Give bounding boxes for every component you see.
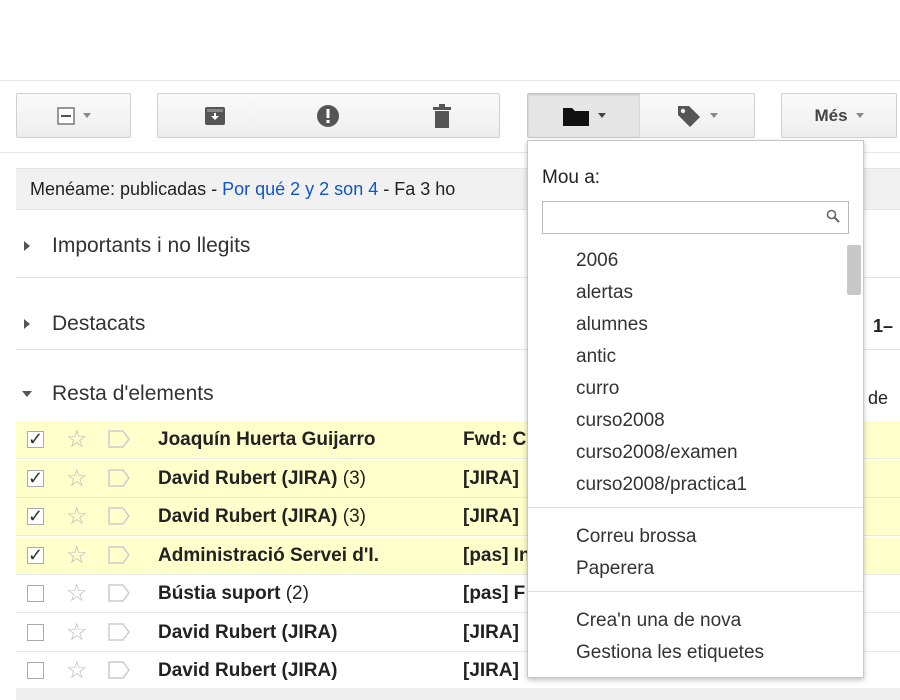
collapse-arrow-icon: [22, 391, 32, 397]
star-icon[interactable]: ☆: [66, 619, 88, 647]
row-subject: [JIRA]: [463, 660, 519, 681]
star-icon[interactable]: ☆: [66, 542, 88, 570]
star-icon[interactable]: ☆: [66, 580, 88, 608]
importance-marker-icon[interactable]: [108, 545, 130, 564]
menu-item-label[interactable]: curso2008: [576, 409, 665, 433]
row-checkbox[interactable]: [27, 623, 44, 641]
star-icon[interactable]: ☆: [66, 465, 88, 493]
section-title: Importants i no llegits: [52, 234, 251, 257]
web-clip-link[interactable]: Por qué 2 y 2 son 4: [222, 179, 378, 199]
page-range: 1–: [873, 316, 894, 336]
importance-marker-icon[interactable]: [108, 622, 130, 641]
row-subject: [JIRA]: [463, 467, 519, 489]
labels-button[interactable]: [640, 93, 755, 138]
importance-marker-icon[interactable]: [108, 584, 130, 602]
row-checkbox[interactable]: ✓: [27, 546, 44, 564]
archive-icon: [204, 106, 225, 125]
web-clip-time: - Fa 3 ho: [378, 179, 456, 199]
thread-count: (3): [337, 467, 366, 489]
label-search-field[interactable]: [542, 201, 849, 234]
chevron-down-icon: [855, 113, 864, 118]
expand-arrow-icon: [24, 241, 30, 251]
row-subject: [JIRA]: [463, 506, 519, 527]
star-icon[interactable]: ☆: [66, 503, 88, 531]
menu-item-label[interactable]: alumnes: [576, 313, 648, 337]
menu-item-action[interactable]: Gestiona les etiquetes: [576, 641, 764, 665]
row-checkbox[interactable]: [27, 585, 44, 602]
star-icon[interactable]: ☆: [66, 657, 88, 685]
select-checkbox-icon: [56, 106, 75, 125]
menu-item-label[interactable]: curso2008/practica1: [576, 473, 747, 497]
menu-item-system[interactable]: Paperera: [576, 557, 654, 581]
next-row-partial: [16, 688, 900, 700]
menu-scrollbar[interactable]: [847, 245, 861, 295]
row-sender: David Rubert (JIRA) (3): [158, 506, 366, 527]
chevron-down-icon: [82, 113, 91, 118]
report-spam-icon: [317, 104, 339, 127]
report-spam-button[interactable]: [271, 93, 386, 138]
row-checkbox[interactable]: ✓: [27, 507, 44, 525]
archive-button[interactable]: [157, 93, 272, 138]
menu-item-label[interactable]: alertas: [576, 281, 633, 305]
toolbar: Més: [0, 93, 900, 141]
more-button-label: Més: [814, 105, 848, 125]
importance-marker-icon[interactable]: [108, 661, 130, 679]
row-sender: David Rubert (JIRA): [158, 621, 338, 643]
more-button[interactable]: Més: [781, 93, 897, 138]
importance-marker-icon[interactable]: [108, 430, 130, 448]
row-checkbox[interactable]: ✓: [27, 469, 44, 487]
select-button[interactable]: [16, 93, 131, 138]
move-to-button[interactable]: [527, 93, 641, 138]
row-sender: David Rubert (JIRA) (3): [158, 467, 366, 489]
web-clip-source: Menéame: publicadas -: [30, 179, 223, 199]
row-subject: [pas] In: [463, 544, 531, 566]
menu-divider: [528, 507, 863, 508]
move-to-menu: Mou a: 2006 alertas alumnes antic curro curso…: [527, 140, 864, 678]
row-checkbox[interactable]: ✓: [27, 430, 44, 448]
chevron-down-icon: [598, 113, 606, 118]
menu-item-action[interactable]: Crea'n una de nova: [576, 609, 741, 633]
menu-item-label[interactable]: curro: [576, 377, 619, 401]
importance-marker-icon[interactable]: [108, 468, 130, 487]
expand-arrow-icon: [24, 319, 30, 329]
trash-icon: [433, 103, 451, 128]
row-checkbox[interactable]: [27, 662, 44, 679]
page-of: de: [868, 388, 889, 408]
row-subject: Fwd: C: [463, 429, 527, 450]
menu-item-label[interactable]: 2006: [576, 249, 618, 273]
row-sender: Bústia suport (2): [158, 583, 309, 604]
label-search-input[interactable]: [547, 202, 821, 233]
section-title: Resta d'elements: [52, 382, 214, 405]
star-icon[interactable]: ☆: [66, 426, 88, 454]
thread-count: (2): [280, 583, 309, 604]
row-sender: Administració Servei d'I.: [158, 544, 379, 566]
folder-icon: [563, 107, 589, 126]
menu-item-label[interactable]: curso2008/examen: [576, 441, 738, 465]
row-sender: David Rubert (JIRA): [158, 660, 338, 681]
row-subject: [pas] F: [463, 583, 526, 604]
label-tag-icon: [678, 105, 700, 127]
header-divider: [0, 80, 900, 81]
section-title: Destacats: [52, 312, 146, 335]
menu-item-label[interactable]: antic: [576, 345, 616, 369]
thread-count: (3): [337, 506, 366, 527]
delete-button[interactable]: [385, 93, 500, 138]
row-sender: Joaquín Huerta Guijarro: [158, 429, 376, 450]
search-icon: [826, 209, 840, 223]
chevron-down-icon: [710, 113, 718, 118]
move-to-title: Mou a:: [542, 167, 601, 188]
menu-item-system[interactable]: Correu brossa: [576, 525, 696, 549]
row-subject: [JIRA]: [463, 621, 519, 643]
menu-divider: [528, 591, 863, 592]
importance-marker-icon[interactable]: [108, 507, 130, 525]
